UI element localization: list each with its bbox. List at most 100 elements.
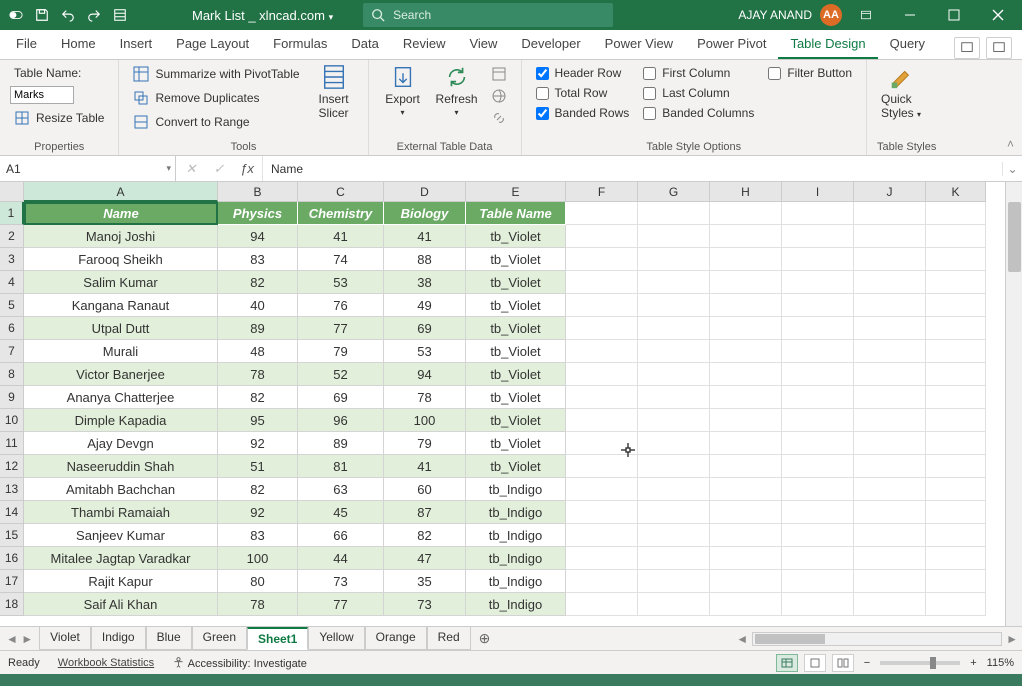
cell[interactable] [638,455,710,478]
save-icon[interactable] [30,3,54,27]
cell[interactable] [782,294,854,317]
cell[interactable] [638,317,710,340]
cell[interactable] [710,248,782,271]
cell[interactable]: Sanjeev Kumar [24,524,218,547]
banded-rows-checkbox[interactable]: Banded Rows [532,104,634,122]
total-row-checkbox[interactable]: Total Row [532,84,634,102]
cell[interactable] [566,340,638,363]
tab-data[interactable]: Data [339,30,390,59]
cell[interactable] [710,386,782,409]
formula-expand-icon[interactable]: ⌄ [1002,162,1022,176]
table-header-cell[interactable]: Physics [218,202,298,225]
cell[interactable] [638,570,710,593]
cell[interactable]: tb_Indigo [466,501,566,524]
cell[interactable] [926,570,986,593]
tab-page-layout[interactable]: Page Layout [164,30,261,59]
cell[interactable] [782,317,854,340]
cell[interactable] [638,202,710,225]
cell[interactable]: 100 [218,547,298,570]
cell[interactable] [710,501,782,524]
cell[interactable]: 77 [298,317,384,340]
autosave-toggle[interactable] [4,3,28,27]
cell[interactable] [854,271,926,294]
cell[interactable]: Amitabh Bachchan [24,478,218,501]
cell[interactable] [782,363,854,386]
enter-formula-icon[interactable]: ✓ [210,161,228,177]
cell[interactable] [638,363,710,386]
cell[interactable]: tb_Indigo [466,593,566,616]
share-icon[interactable] [954,37,980,59]
cell[interactable] [566,570,638,593]
page-layout-view-icon[interactable] [804,654,826,672]
select-all-corner[interactable] [0,182,24,202]
cell[interactable]: 47 [384,547,466,570]
cell[interactable]: 92 [218,432,298,455]
cell[interactable]: 66 [298,524,384,547]
tab-developer[interactable]: Developer [509,30,592,59]
cell[interactable] [854,570,926,593]
quick-styles-button[interactable]: QuickStyles ▾ [877,64,925,120]
cell[interactable] [782,271,854,294]
cell[interactable] [638,593,710,616]
cell[interactable] [710,225,782,248]
cell[interactable]: 73 [384,593,466,616]
cell[interactable] [782,340,854,363]
cell[interactable]: 94 [218,225,298,248]
cell[interactable] [926,547,986,570]
cell[interactable] [854,317,926,340]
cell[interactable]: tb_Violet [466,225,566,248]
cell[interactable]: tb_Violet [466,455,566,478]
redo-icon[interactable] [82,3,106,27]
row-header-16[interactable]: 16 [0,547,24,570]
row-header-14[interactable]: 14 [0,501,24,524]
last-column-checkbox[interactable]: Last Column [639,84,758,102]
maximize-icon[interactable] [934,0,974,30]
cell[interactable] [710,294,782,317]
row-header-12[interactable]: 12 [0,455,24,478]
cell[interactable] [566,386,638,409]
tab-table-design[interactable]: Table Design [778,30,877,59]
properties-icon[interactable] [487,64,511,84]
cell[interactable] [926,202,986,225]
horizontal-scrollbar[interactable]: ◄ ► [732,632,1022,646]
sheet-nav[interactable]: ◄ ► [0,632,39,646]
cell[interactable] [710,363,782,386]
cell[interactable]: 45 [298,501,384,524]
cell[interactable] [638,340,710,363]
filter-button-checkbox[interactable]: Filter Button [764,64,856,82]
cell[interactable] [854,363,926,386]
cell[interactable] [566,225,638,248]
col-header-K[interactable]: K [926,182,986,202]
row-header-13[interactable]: 13 [0,478,24,501]
cell[interactable] [854,432,926,455]
tab-view[interactable]: View [457,30,509,59]
cell[interactable] [638,409,710,432]
cell[interactable] [566,593,638,616]
cell[interactable]: 41 [384,455,466,478]
cancel-formula-icon[interactable]: ✕ [182,161,200,177]
col-header-H[interactable]: H [710,182,782,202]
cell[interactable]: 79 [298,340,384,363]
row-header-5[interactable]: 5 [0,294,24,317]
row-header-11[interactable]: 11 [0,432,24,455]
row-header-7[interactable]: 7 [0,340,24,363]
accessibility-status[interactable]: Accessibility: Investigate [172,656,307,670]
cell[interactable]: Utpal Dutt [24,317,218,340]
cell[interactable] [566,524,638,547]
row-header-3[interactable]: 3 [0,248,24,271]
cell[interactable] [566,478,638,501]
sheet-tab-yellow[interactable]: Yellow [308,627,364,650]
cell[interactable]: 41 [384,225,466,248]
sheet-tab-sheet1[interactable]: Sheet1 [247,627,308,650]
cell[interactable]: 78 [384,386,466,409]
cell[interactable]: Victor Banerjee [24,363,218,386]
cell[interactable] [710,547,782,570]
open-browser-icon[interactable] [487,86,511,106]
cell[interactable] [710,202,782,225]
cell[interactable] [854,478,926,501]
zoom-level[interactable]: 115% [987,657,1014,669]
cell[interactable] [782,455,854,478]
cell[interactable] [854,524,926,547]
cell[interactable] [566,248,638,271]
cell[interactable]: 74 [298,248,384,271]
